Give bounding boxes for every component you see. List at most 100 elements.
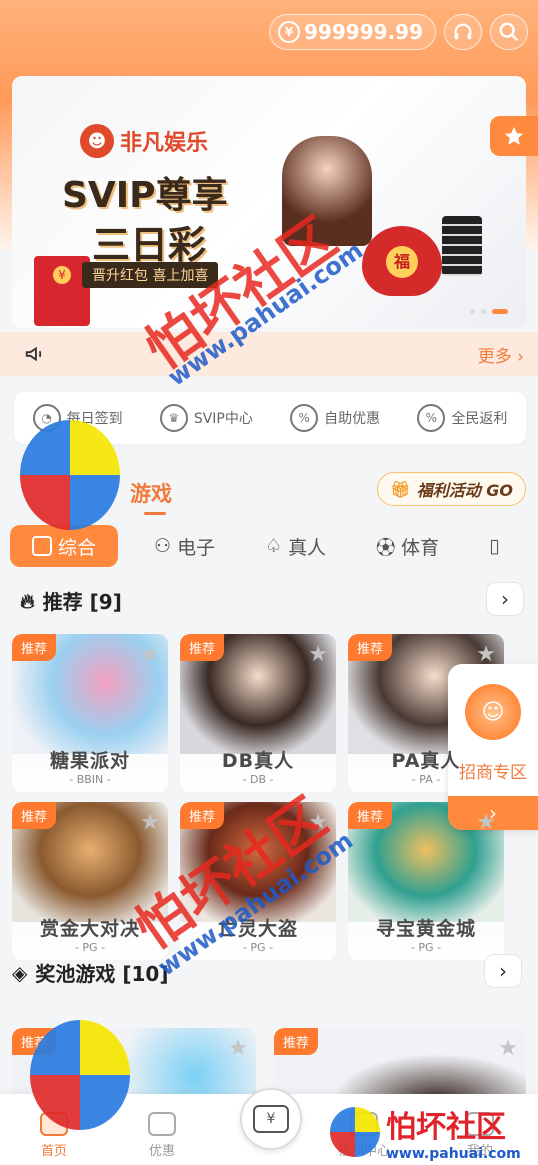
quick-item-label: 自助优惠 bbox=[324, 411, 381, 427]
game-provider: - PA - bbox=[411, 773, 441, 786]
banner-tagline: 晋升红包 喜上加喜 bbox=[82, 262, 219, 288]
bag-character: 福 bbox=[386, 246, 418, 278]
quick-menu: ◔ 每日签到 ♛ SVIP中心 % 自助优惠 % 全民返利 bbox=[14, 392, 526, 444]
tab-indicator bbox=[144, 512, 166, 515]
carousel-dot[interactable] bbox=[481, 309, 486, 314]
jackpot-title: ◈ 奖池游戏 [10] bbox=[12, 958, 168, 987]
recommend-badge: 推荐 bbox=[180, 634, 225, 661]
watermark-corner-text: 怕坏社区 bbox=[386, 1110, 506, 1145]
search-button[interactable] bbox=[490, 14, 528, 50]
lucky-bag-icon: 福 bbox=[362, 226, 442, 296]
headset-icon bbox=[454, 23, 472, 40]
watermark-corner-url: www.pahuai.com bbox=[386, 1146, 521, 1162]
flame-icon: 🔥︎ bbox=[20, 588, 35, 613]
recommend-badge: 推荐 bbox=[348, 802, 393, 829]
category-tab-slots[interactable]: ⚇ 电子 bbox=[140, 525, 229, 567]
game-card[interactable]: 推荐 ★ 亡灵大盗 - PG - bbox=[180, 802, 336, 960]
promo-banner[interactable]: ☻ 非凡娱乐 SVIP尊享 三日彩 晋升红包 喜上加喜 福 bbox=[12, 76, 526, 328]
people-icon: ☺ bbox=[465, 684, 521, 740]
game-provider: - PG - bbox=[242, 941, 274, 954]
recommended-more-button[interactable]: › bbox=[486, 582, 524, 616]
recommend-badge: 推荐 bbox=[12, 634, 57, 661]
category-tab-all[interactable]: 综合 bbox=[10, 525, 119, 567]
jackpot-more-button[interactable]: › bbox=[484, 954, 522, 988]
quick-item-discount[interactable]: % 自助优惠 bbox=[290, 404, 380, 432]
game-name: PA真人 bbox=[391, 750, 461, 772]
tab-games[interactable]: 游戏 bbox=[130, 478, 172, 508]
spade-icon: ♤ bbox=[265, 535, 283, 557]
game-name: 亡灵大盗 bbox=[217, 918, 298, 940]
customer-service-button[interactable] bbox=[444, 14, 482, 50]
carousel-dots[interactable] bbox=[470, 309, 508, 314]
quick-item-label: SVIP中心 bbox=[193, 411, 253, 427]
favorite-float-button[interactable] bbox=[490, 116, 538, 156]
balance-display[interactable]: ¥ 999999.99 bbox=[269, 14, 436, 50]
notice-more-link[interactable]: 更多 › bbox=[478, 342, 524, 367]
game-provider: - BBIN - bbox=[69, 773, 111, 786]
favorite-star-icon[interactable]: ★ bbox=[498, 1036, 518, 1061]
quick-item-label: 每日签到 bbox=[66, 411, 123, 427]
brand-name: 非凡娱乐 bbox=[120, 131, 209, 156]
wallet-icon: ¥ bbox=[253, 1105, 289, 1133]
star-icon bbox=[504, 126, 524, 145]
game-card[interactable]: 推荐 ★ 寻宝黄金城 - PG - bbox=[348, 802, 504, 960]
brand-logo: ☻ 非凡娱乐 bbox=[80, 124, 208, 158]
game-provider: - PG - bbox=[410, 941, 442, 954]
diamond-icon: ◈ bbox=[12, 960, 28, 985]
fish-logo-icon bbox=[330, 1107, 380, 1157]
favorite-star-icon[interactable]: ★ bbox=[228, 1036, 248, 1061]
recommended-title: 🔥︎ 推荐 [9] bbox=[20, 586, 122, 615]
grid-icon bbox=[32, 536, 52, 556]
ticket-icon bbox=[148, 1112, 176, 1136]
jackpot-section-header: ◈ 奖池游戏 [10] › bbox=[0, 954, 538, 990]
model-image bbox=[282, 136, 372, 246]
favorite-star-icon[interactable]: ★ bbox=[476, 642, 496, 667]
coin-icon: ¥ bbox=[278, 21, 301, 43]
game-card[interactable]: 推荐 ★ 糖果派对 - BBIN - bbox=[12, 634, 168, 792]
quick-item-checkin[interactable]: ◔ 每日签到 bbox=[32, 404, 123, 432]
category-tab-cards[interactable]: ▯ bbox=[475, 525, 513, 567]
cards-icon: ▯ bbox=[489, 535, 500, 557]
recommend-badge: 推荐 bbox=[348, 634, 393, 661]
category-tab-sports[interactable]: ⚽︎ 体育 bbox=[362, 525, 453, 567]
quick-item-svip[interactable]: ♛ SVIP中心 bbox=[159, 404, 253, 432]
favorite-star-icon[interactable]: ★ bbox=[140, 642, 160, 667]
discount-icon: % bbox=[290, 404, 319, 432]
football-icon: ⚽︎ bbox=[376, 536, 396, 559]
nav-home[interactable]: 首页 bbox=[14, 1112, 94, 1159]
recommend-badge: 推荐 bbox=[180, 802, 225, 829]
favorite-star-icon[interactable]: ★ bbox=[308, 642, 328, 667]
banner-subline: 三日彩 bbox=[92, 223, 207, 267]
balance-value: 999999.99 bbox=[304, 20, 423, 44]
quick-item-rebate[interactable]: % 全民返利 bbox=[417, 404, 507, 432]
watermark-corner-logo: 怕坏社区 www.pahuai.com bbox=[330, 1102, 521, 1162]
games-tab-header: 游戏 🎁︎ 福利活动 GO bbox=[0, 470, 538, 516]
category-label: 电子 bbox=[177, 536, 216, 559]
carousel-dot[interactable] bbox=[470, 309, 475, 314]
promo-activity-button[interactable]: 🎁︎ 福利活动 GO bbox=[377, 472, 526, 506]
recommended-title-text: 推荐 [9] bbox=[42, 590, 122, 614]
game-name: 寻宝黄金城 bbox=[375, 918, 476, 940]
favorite-star-icon[interactable]: ★ bbox=[308, 810, 328, 835]
category-label: 综合 bbox=[58, 536, 97, 559]
game-name: DB真人 bbox=[221, 750, 295, 772]
game-provider: - PG - bbox=[74, 941, 106, 954]
nav-label: 优惠 bbox=[148, 1144, 175, 1159]
casino-chips-icon bbox=[442, 216, 482, 276]
favorite-star-icon[interactable]: ★ bbox=[476, 810, 496, 835]
category-tab-live[interactable]: ♤ 真人 bbox=[251, 525, 340, 567]
crown-icon: ♛ bbox=[159, 404, 188, 432]
deposit-center-button[interactable]: ¥ bbox=[240, 1088, 302, 1150]
game-card[interactable]: 推荐 ★ DB真人 - DB - bbox=[180, 634, 336, 792]
carousel-dot-active[interactable] bbox=[492, 309, 508, 314]
favorite-star-icon[interactable]: ★ bbox=[140, 810, 160, 835]
home-icon bbox=[40, 1112, 68, 1136]
brand-emblem-icon: ☻ bbox=[80, 124, 114, 158]
recommend-badge: 推荐 bbox=[12, 802, 57, 829]
game-card[interactable]: 推荐 ★ 赏金大对决 - PG - bbox=[12, 802, 168, 960]
notice-bar[interactable]: 更多 › bbox=[0, 332, 538, 376]
gift-icon: 🎁︎ bbox=[390, 479, 411, 499]
category-label: 真人 bbox=[288, 536, 327, 559]
nav-promotions[interactable]: 优惠 bbox=[122, 1112, 202, 1159]
recommend-badge: 推荐 bbox=[274, 1028, 319, 1055]
